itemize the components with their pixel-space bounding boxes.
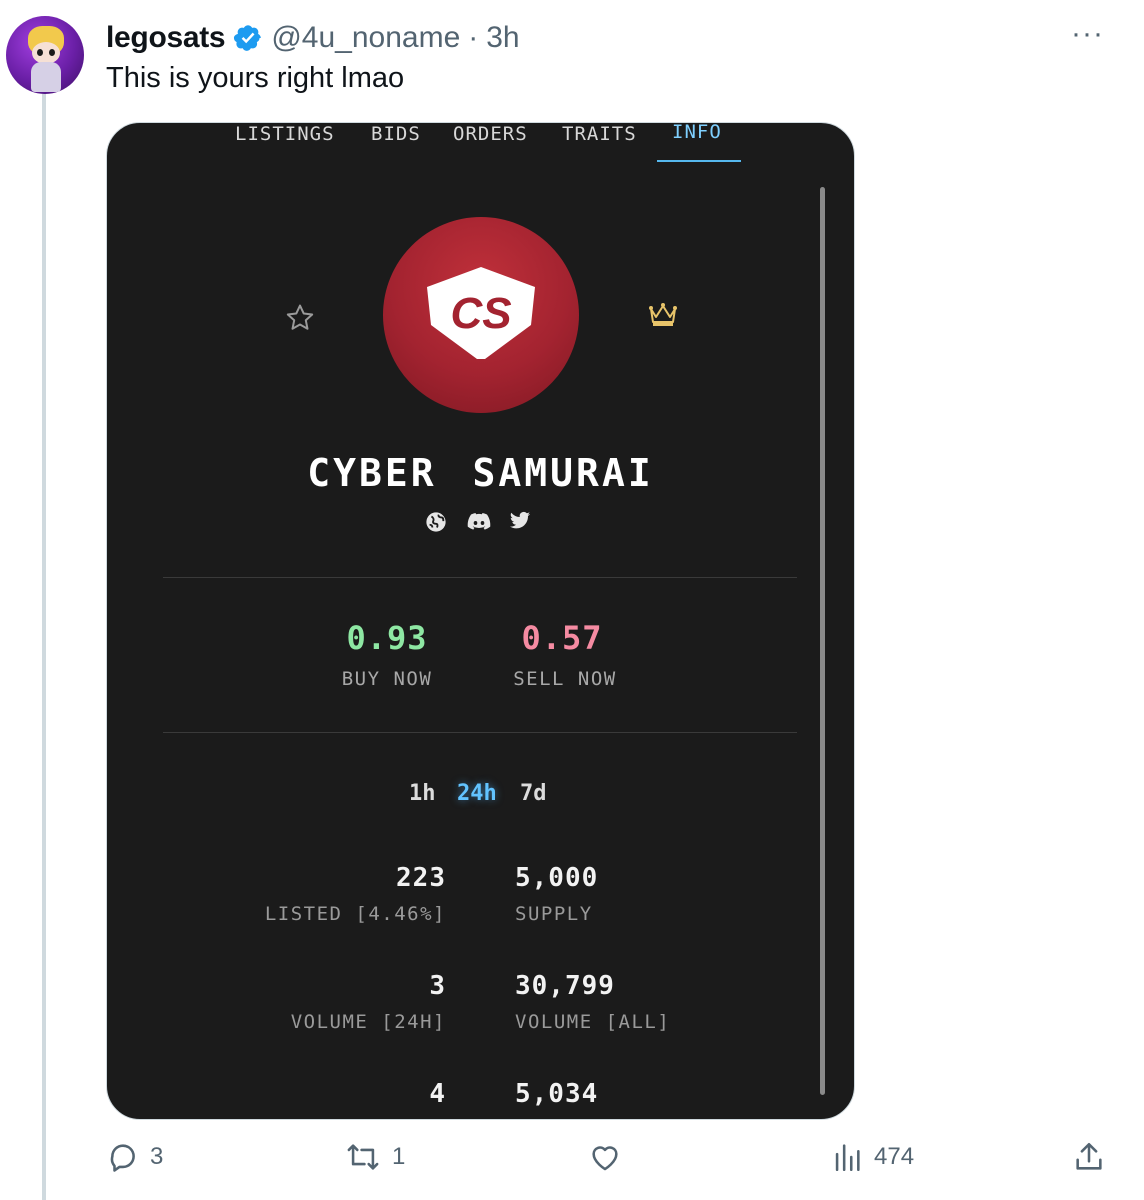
tab-bids[interactable]: BIDS <box>371 123 421 145</box>
heart-icon <box>588 1140 622 1174</box>
stat-value: 5,034 <box>515 1079 599 1109</box>
logo-text: CS <box>450 289 511 338</box>
views-count: 474 <box>874 1143 915 1170</box>
avatar[interactable] <box>6 16 84 94</box>
avatar-body <box>31 62 61 92</box>
thread-line <box>42 92 46 1200</box>
tweet-header: legosats @4u_noname · 3h <box>106 18 520 58</box>
repost-icon <box>344 1140 382 1174</box>
listed-value: 223 <box>396 863 446 893</box>
share-button[interactable] <box>1072 1140 1106 1174</box>
social-links <box>425 511 531 533</box>
sell-now-label[interactable]: SELL NOW <box>485 668 645 690</box>
divider <box>163 577 797 578</box>
reply-icon <box>106 1140 140 1174</box>
star-icon[interactable] <box>283 301 317 335</box>
tab-listings[interactable]: LISTINGS <box>235 123 335 145</box>
crown-icon[interactable] <box>648 301 678 327</box>
tab-traits[interactable]: TRAITS <box>562 123 637 145</box>
repost-button[interactable]: 1 <box>344 1140 405 1174</box>
volume-24h-label: VOLUME [24H] <box>290 1011 446 1033</box>
listed-label: LISTED [4.46%] <box>264 903 446 925</box>
embedded-tabs: LISTINGS BIDS ORDERS TRAITS INFO <box>107 123 854 167</box>
active-tab-indicator <box>657 160 741 162</box>
supply-label: SUPPLY <box>515 903 593 925</box>
buy-now-label[interactable]: BUY NOW <box>307 668 467 690</box>
tweet-media[interactable]: LISTINGS BIDS ORDERS TRAITS INFO CS CYBE… <box>106 122 855 1120</box>
views-icon <box>830 1140 864 1174</box>
range-1h[interactable]: 1h <box>409 781 436 806</box>
verified-badge-icon <box>233 23 263 53</box>
avatar-eye <box>37 49 43 56</box>
tweet-actions: 3 1 474 <box>0 1140 1144 1184</box>
tweet-text: This is yours right lmao <box>106 62 405 94</box>
author-name[interactable]: legosats <box>106 21 226 55</box>
buy-now-price[interactable]: 0.93 <box>317 619 457 657</box>
collection-logo: CS <box>383 217 579 413</box>
supply-value: 5,000 <box>515 863 599 893</box>
tab-info[interactable]: INFO <box>672 123 722 143</box>
globe-icon[interactable] <box>425 511 447 533</box>
divider <box>163 732 797 733</box>
more-options-icon[interactable]: ··· <box>1071 19 1104 49</box>
repost-count: 1 <box>392 1143 406 1170</box>
views-button[interactable]: 474 <box>830 1140 914 1174</box>
reply-count: 3 <box>150 1143 164 1170</box>
like-button[interactable] <box>588 1140 632 1174</box>
avatar-eye <box>49 49 55 56</box>
volume-all-label: VOLUME [ALL] <box>515 1011 671 1033</box>
range-7d[interactable]: 7d <box>520 781 547 806</box>
twitter-icon[interactable] <box>509 511 531 533</box>
collection-title: CYBER SAMURAI <box>307 451 654 495</box>
author-handle[interactable]: @4u_noname <box>271 21 460 55</box>
volume-24h-value: 3 <box>429 971 446 1001</box>
range-24h[interactable]: 24h <box>457 781 497 806</box>
separator-dot: · <box>468 21 479 54</box>
tweet-time[interactable]: 3h <box>486 21 519 55</box>
stat-value: 4 <box>429 1079 446 1109</box>
tab-orders[interactable]: ORDERS <box>453 123 528 145</box>
scrollbar[interactable] <box>820 187 825 1095</box>
sell-now-price[interactable]: 0.57 <box>492 619 632 657</box>
reply-button[interactable]: 3 <box>106 1140 163 1174</box>
share-icon <box>1072 1140 1106 1174</box>
discord-icon[interactable] <box>467 511 491 533</box>
volume-all-value: 30,799 <box>515 971 615 1001</box>
